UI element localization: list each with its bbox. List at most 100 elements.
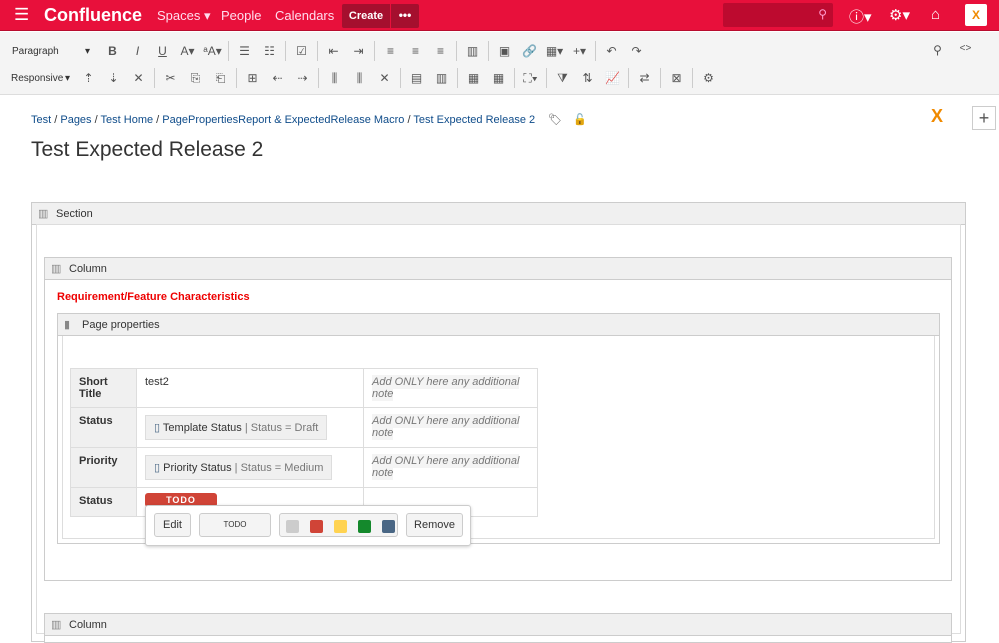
color-swatch[interactable] [286, 520, 299, 533]
row-note[interactable]: Add ONLY here any additional note [372, 375, 520, 401]
row-above-icon[interactable]: ⇡ [76, 71, 101, 85]
notifications-icon[interactable]: ⌂ [931, 6, 940, 23]
nav-calendars[interactable]: Calendars [275, 8, 334, 23]
label-icon[interactable]: 🏷 [548, 114, 562, 126]
priority-status-macro[interactable]: ▯ Priority Status | Status = Medium [145, 455, 333, 480]
align-left-icon[interactable]: ≡ [378, 44, 403, 58]
image-icon[interactable]: ▣ [492, 44, 517, 58]
requirement-heading[interactable]: Requirement/Feature Characteristics [57, 291, 250, 303]
align-right-icon[interactable]: ≡ [428, 44, 453, 58]
breadcrumb-link[interactable]: Test Expected Release 2 [413, 114, 535, 126]
toolbar-separator [317, 41, 318, 61]
col-before-icon[interactable]: ⇠ [265, 71, 290, 85]
more-button[interactable]: ••• [391, 4, 419, 28]
settings-icon[interactable]: ⚙ [696, 71, 721, 85]
color-swatch[interactable] [358, 520, 371, 533]
chart-icon[interactable]: 📈 [600, 71, 625, 85]
delete-table-icon[interactable]: ⊠ [664, 71, 689, 85]
status-text-input[interactable]: TODO [199, 513, 271, 537]
cut-row-icon[interactable]: ✂ [158, 71, 183, 85]
search-input[interactable]: ⚲ [723, 3, 833, 27]
bullet-list-icon[interactable]: ☰ [232, 44, 257, 58]
filter-icon[interactable]: ⧩ [550, 71, 575, 86]
remove-button[interactable]: Remove [406, 513, 463, 537]
menu-icon[interactable]: ☰ [14, 5, 29, 25]
paste-row-icon[interactable]: ⎗ [208, 71, 233, 86]
nav-people[interactable]: People [221, 8, 261, 23]
paragraph-select[interactable]: Paragraph ▾ [0, 46, 100, 57]
table-width-icon[interactable]: ▦ [486, 71, 511, 85]
breadcrumb-link[interactable]: Pages [60, 114, 91, 126]
page-properties-icon: ▮ [64, 319, 71, 331]
table-row: Priority ▯ Priority Status | Status = Me… [70, 447, 538, 488]
row-value[interactable]: test2 [136, 368, 364, 408]
table-row: Status ▯ Template Status | Status = Draf… [70, 407, 538, 448]
row-key[interactable]: Short Title [70, 368, 137, 408]
column-icon: ▥ [51, 263, 62, 275]
row-note[interactable]: Add ONLY here any additional note [372, 454, 520, 480]
insert-icon[interactable]: +▾ [567, 44, 592, 58]
help-icon[interactable]: ⓘ▾ [849, 6, 872, 27]
create-button[interactable]: Create [342, 4, 390, 28]
transpose-icon[interactable]: ⇄ [632, 71, 657, 85]
color-swatch[interactable] [310, 520, 323, 533]
copy-row-icon[interactable]: ⎘ [183, 71, 208, 86]
add-button[interactable]: + [972, 106, 996, 130]
text-size-icon[interactable]: ᵃA▾ [200, 44, 225, 58]
merge-icon[interactable]: ⊞ [240, 71, 265, 85]
table-size-icon[interactable]: ⛶▾ [518, 71, 543, 86]
user-avatar[interactable]: X [965, 4, 987, 26]
toolbar-separator [488, 41, 489, 61]
delete-col-icon[interactable]: ✕ [372, 71, 397, 85]
indent-icon[interactable]: ⇥ [346, 44, 371, 58]
redo-icon[interactable]: ↷ [624, 44, 649, 58]
insert-col-before-icon[interactable]: ⫼ [322, 71, 347, 86]
breadcrumb-link[interactable]: Test [31, 114, 51, 126]
row-note[interactable]: Add ONLY here any additional note [372, 414, 520, 440]
row-key[interactable]: Status [70, 407, 137, 448]
row-key[interactable]: Priority [70, 447, 137, 488]
color-swatch[interactable] [334, 520, 347, 533]
column-icon: ▥ [51, 619, 62, 631]
toolbar-separator [374, 41, 375, 61]
numbered-list-icon[interactable]: ☷ [257, 44, 282, 58]
page-title[interactable]: Test Expected Release 2 [31, 138, 263, 162]
sort-icon[interactable]: ⇅ [575, 71, 600, 85]
task-list-icon[interactable]: ☑ [289, 44, 314, 58]
align-center-icon[interactable]: ≡ [403, 44, 428, 58]
row-key[interactable]: Status [70, 487, 137, 517]
toolbar-separator [546, 68, 547, 88]
gear-icon[interactable]: ⚙▾ [889, 6, 910, 24]
section-label: Section [56, 208, 93, 220]
row-below-icon[interactable]: ⇣ [101, 71, 126, 85]
undo-icon[interactable]: ↶ [599, 44, 624, 58]
avatar[interactable]: X [931, 106, 943, 127]
macro-param: | Status = Medium [234, 462, 324, 474]
table-props-icon[interactable]: ▦ [461, 71, 486, 85]
outdent-icon[interactable]: ⇤ [321, 44, 346, 58]
find-icon[interactable]: ⚲ [925, 43, 950, 57]
insert-col-after-icon[interactable]: ⫼ [347, 71, 372, 86]
table-icon[interactable]: ▦▾ [542, 44, 567, 58]
col-after-icon[interactable]: ⇢ [290, 71, 315, 85]
template-status-macro[interactable]: ▯ Template Status | Status = Draft [145, 415, 328, 440]
delete-row-icon[interactable]: ✕ [126, 71, 151, 85]
header-col-icon[interactable]: ▥ [429, 71, 454, 85]
unlock-icon[interactable]: 🔓 [573, 114, 587, 126]
header-row-icon[interactable]: ▤ [404, 71, 429, 85]
text-color-icon[interactable]: A▾ [175, 44, 200, 58]
confluence-logo[interactable]: Confluence [44, 5, 142, 26]
bold-icon[interactable]: B [100, 44, 125, 58]
column-macro-2[interactable]: ▥ Column [44, 613, 952, 643]
layout-icon[interactable]: ▥ [460, 44, 485, 58]
underline-icon[interactable]: U [150, 44, 175, 58]
responsive-select[interactable]: Responsive ▾ [0, 73, 76, 84]
breadcrumb-link[interactable]: PagePropertiesReport & ExpectedRelease M… [162, 114, 404, 126]
breadcrumb-link[interactable]: Test Home [101, 114, 154, 126]
italic-icon[interactable]: I [125, 44, 150, 58]
color-swatch[interactable] [382, 520, 395, 533]
nav-spaces[interactable]: Spaces ▾ [157, 8, 211, 24]
edit-button[interactable]: Edit [154, 513, 191, 537]
link-icon[interactable]: 🔗 [517, 44, 542, 58]
source-icon[interactable]: <> [953, 43, 978, 54]
